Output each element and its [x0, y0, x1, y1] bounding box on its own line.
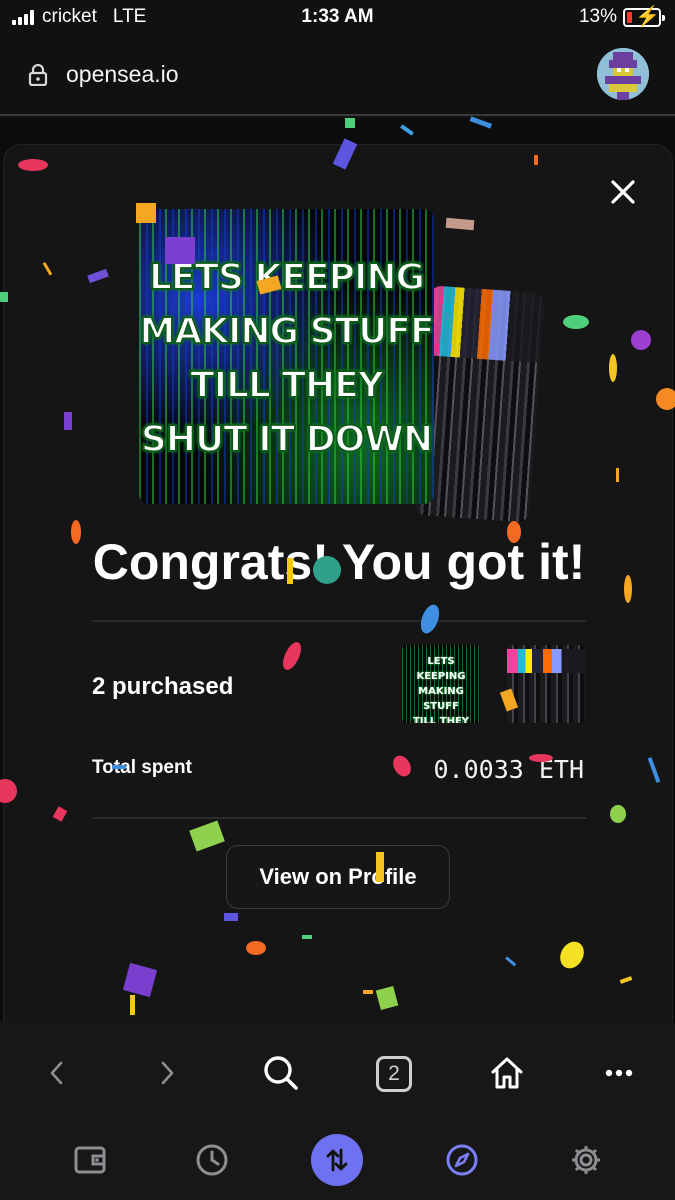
- clock-icon[interactable]: [192, 1140, 232, 1180]
- total-spent-value: 0.0033 ETH: [433, 755, 584, 784]
- account-avatar[interactable]: [597, 48, 649, 100]
- compass-icon[interactable]: [442, 1140, 482, 1180]
- tabs-count: 2: [376, 1056, 412, 1092]
- tabs-button[interactable]: 2: [372, 1052, 416, 1096]
- chevron-right-icon[interactable]: [148, 1054, 186, 1092]
- browser-toolbar: 2: [0, 1022, 675, 1200]
- close-icon[interactable]: [606, 175, 640, 209]
- total-spent-label: Total spent: [92, 757, 192, 778]
- divider: [92, 620, 586, 622]
- purchase-success-modal: LETS KEEPING MAKING STUFF TILL THEY SHUT…: [3, 144, 673, 1022]
- battery-percent: 13%: [578, 6, 617, 27]
- wallet-icon[interactable]: [70, 1140, 110, 1180]
- swap-icon: [311, 1134, 363, 1186]
- more-icon[interactable]: [596, 1054, 642, 1092]
- status-right: 13% ⚡: [578, 6, 665, 28]
- status-bar: cricket LTE 1:33 AM 13% ⚡: [0, 0, 675, 36]
- success-heading: Congrats! You got it!: [92, 534, 586, 590]
- nft-image-primary: LETS KEEPING MAKING STUFF TILL THEY SHUT…: [139, 209, 434, 504]
- purchased-thumbnail[interactable]: [507, 645, 585, 723]
- swap-button[interactable]: [311, 1134, 363, 1186]
- battery-icon: ⚡: [623, 6, 665, 28]
- view-on-profile-button[interactable]: View on Profile: [226, 845, 450, 909]
- page-content: LETS KEEPING MAKING STUFF TILL THEY SHUT…: [0, 118, 675, 1022]
- gear-icon[interactable]: [566, 1140, 606, 1180]
- search-icon[interactable]: [258, 1050, 304, 1096]
- home-icon[interactable]: [484, 1050, 530, 1096]
- address-bar[interactable]: opensea.io: [0, 36, 675, 116]
- purchased-thumbnail[interactable]: LETS KEEPING MAKING STUFF TILL THEY SHUT…: [402, 645, 480, 723]
- thumbnail-text: LETS KEEPING MAKING STUFF TILL THEY SHUT…: [412, 656, 470, 723]
- chevron-left-icon[interactable]: [38, 1054, 76, 1092]
- url-text[interactable]: opensea.io: [66, 61, 179, 88]
- purchased-count: 2 purchased: [92, 673, 234, 700]
- clock: 1:33 AM: [301, 6, 374, 27]
- nft-image-text: LETS KEEPING MAKING STUFF TILL THEY SHUT…: [139, 256, 434, 461]
- divider: [92, 817, 586, 819]
- lock-icon: [28, 64, 48, 86]
